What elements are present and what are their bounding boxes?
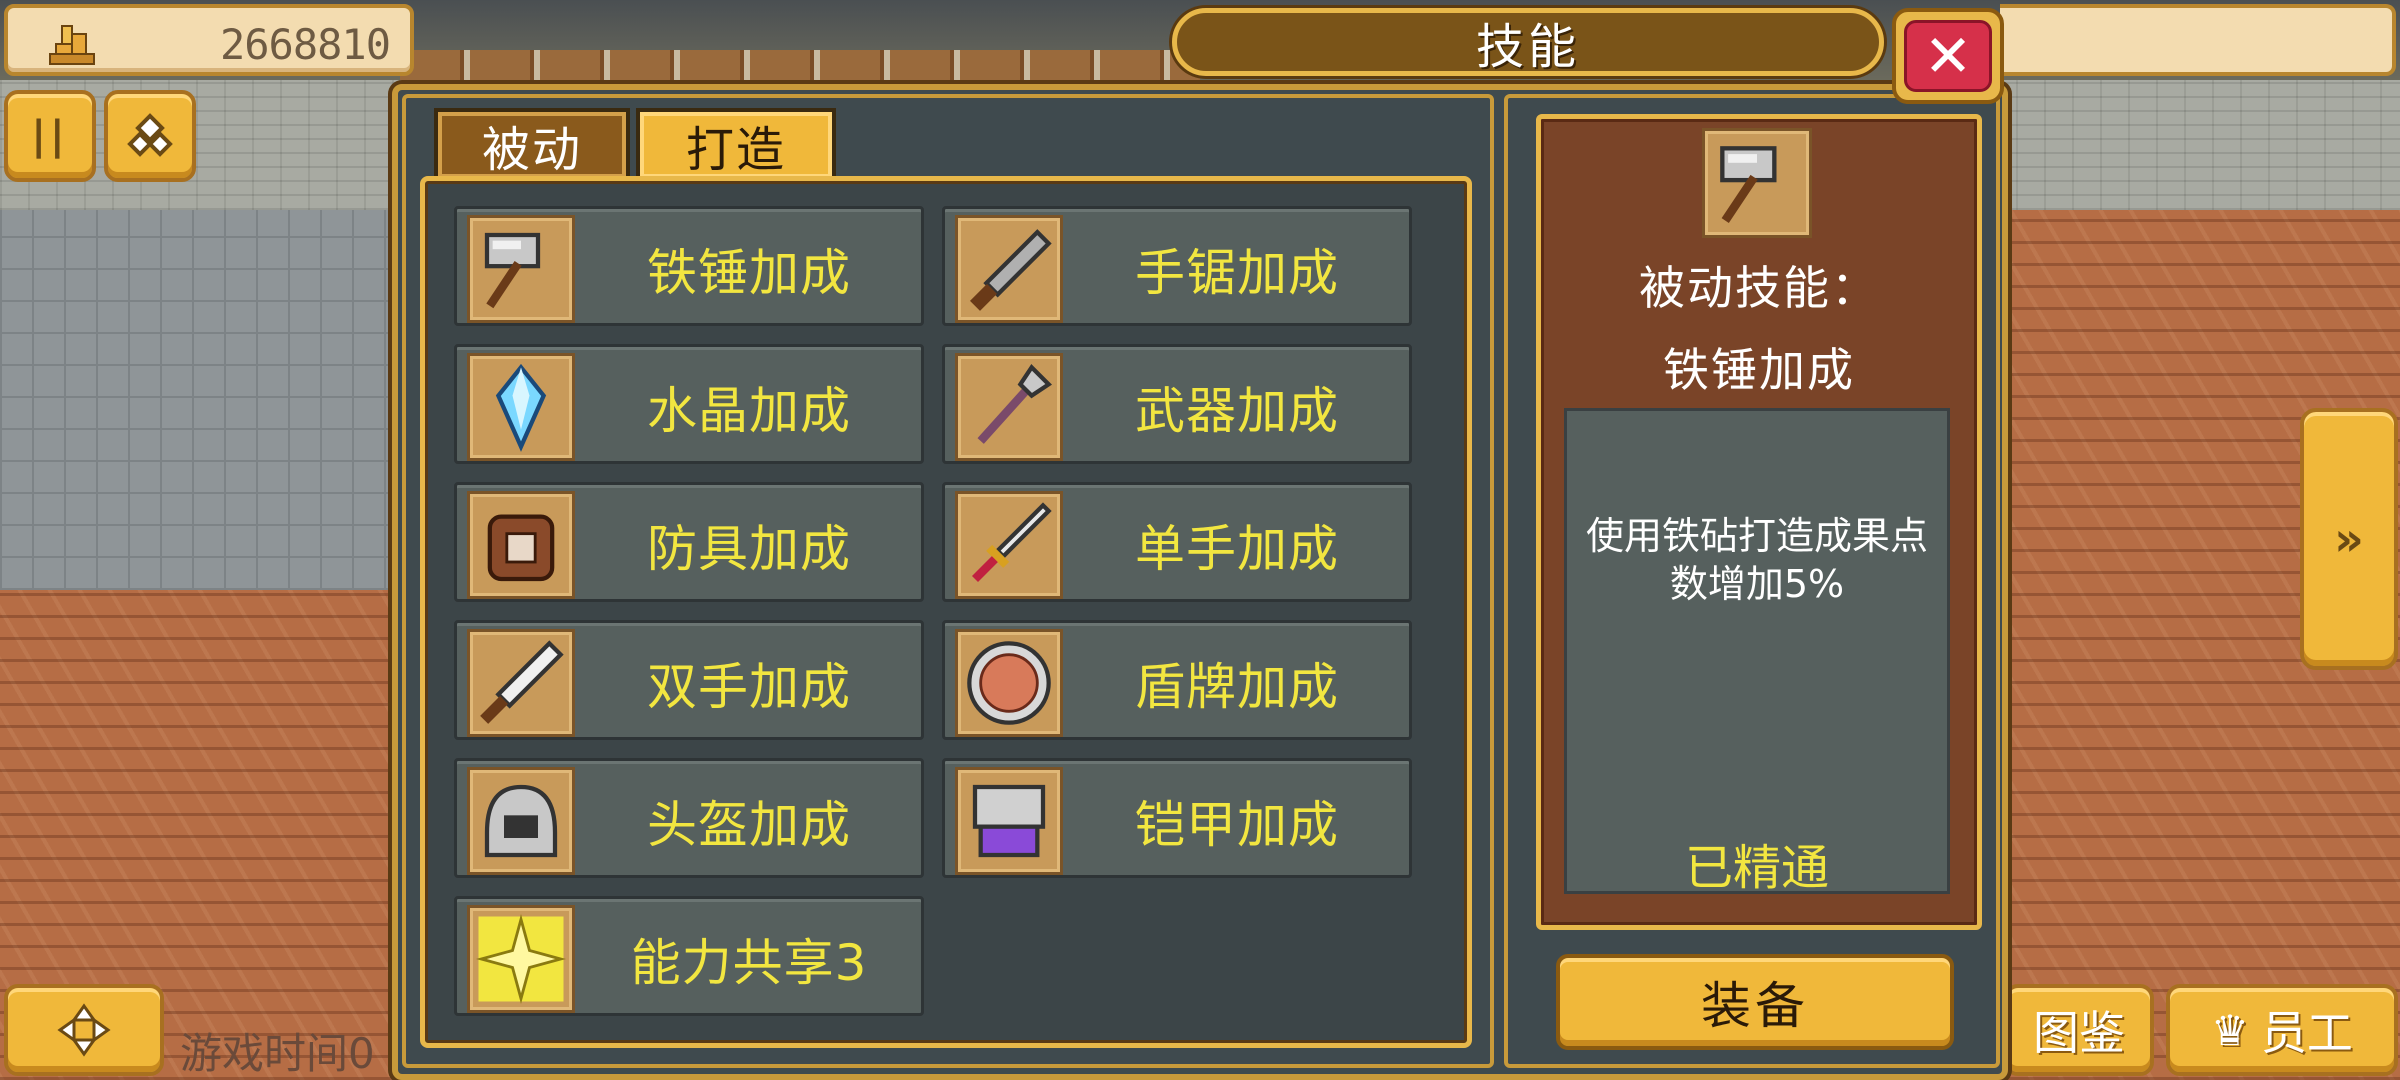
- handsaw-icon: [955, 215, 1063, 323]
- crown-icon: ♛: [2211, 1005, 2249, 1055]
- helmet-icon: [467, 767, 575, 875]
- staff-label: 员工: [2260, 1006, 2353, 1060]
- skill-card[interactable]: 铠甲加成: [942, 758, 1412, 878]
- coin-stack-icon: [49, 25, 95, 65]
- pause-icon: ||: [31, 113, 69, 159]
- tab-forge-label: 打造: [685, 122, 786, 178]
- armor-bag-icon: [467, 491, 575, 599]
- dagger-icon: [955, 491, 1063, 599]
- skill-card[interactable]: 铁锤加成: [454, 206, 924, 326]
- game-time-label: 游戏时间0: [180, 1029, 375, 1078]
- background-shelf: [400, 50, 1200, 80]
- skill-label: 头盔加成: [647, 796, 851, 854]
- chestplate-icon: [955, 767, 1063, 875]
- skill-label: 水晶加成: [647, 382, 851, 440]
- greatsword-icon: [467, 629, 575, 737]
- fast-forward-icon: »: [2334, 512, 2364, 566]
- hammer-icon: [467, 215, 575, 323]
- tab-passive-label: 被动: [481, 122, 582, 178]
- skill-name: 铁锤加成: [1663, 343, 1855, 397]
- crystal-icon: [467, 353, 575, 461]
- equip-button[interactable]: 装备: [1556, 954, 1954, 1050]
- skill-card[interactable]: 手锯加成: [942, 206, 1412, 326]
- background-tile-floor: [0, 210, 400, 590]
- skill-label: 双手加成: [647, 658, 851, 716]
- money-display: 2668810: [4, 4, 414, 76]
- skill-label: 单手加成: [1135, 520, 1339, 578]
- skill-card[interactable]: 能力共享3: [454, 896, 924, 1016]
- close-button[interactable]: ✕: [1892, 8, 2004, 104]
- sunburst-icon: [467, 905, 575, 1013]
- tab-forge[interactable]: 打造: [636, 108, 836, 178]
- skill-label: 手锯加成: [1135, 244, 1339, 302]
- skill-status: 已精通: [1684, 840, 1829, 896]
- skill-label: 铠甲加成: [1135, 796, 1339, 854]
- spear-icon: [955, 353, 1063, 461]
- skill-card[interactable]: 武器加成: [942, 344, 1412, 464]
- modal-title-bar: 技能: [1172, 8, 1884, 76]
- skill-card[interactable]: 盾牌加成: [942, 620, 1412, 740]
- skill-card[interactable]: 单手加成: [942, 482, 1412, 602]
- move-button[interactable]: [4, 984, 164, 1076]
- top-bar-right: [2000, 4, 2396, 76]
- skill-card[interactable]: 双手加成: [454, 620, 924, 740]
- close-icon: ✕: [1904, 20, 1992, 92]
- skill-card[interactable]: 头盔加成: [454, 758, 924, 878]
- fast-forward-button[interactable]: »: [2300, 408, 2398, 670]
- modal-title: 技能: [1475, 19, 1580, 75]
- money-value: 2668810: [219, 20, 391, 69]
- skill-label: 盾牌加成: [1135, 658, 1339, 716]
- skill-label: 武器加成: [1135, 382, 1339, 440]
- move-cross-icon: [57, 1003, 111, 1057]
- skill-label: 防具加成: [647, 520, 851, 578]
- skill-description: 使用铁砧打造成果点数增加5%: [1585, 514, 1928, 606]
- equip-label: 装备: [1701, 977, 1809, 1035]
- shield-icon: [955, 629, 1063, 737]
- pause-button[interactable]: ||: [4, 90, 96, 182]
- codex-button[interactable]: 图鉴: [2004, 984, 2154, 1076]
- hammer-icon: [1702, 128, 1812, 238]
- skill-label: 能力共享3: [630, 934, 868, 992]
- codex-label: 图鉴: [2033, 1006, 2125, 1060]
- staff-button[interactable]: ♛ 员工: [2166, 984, 2398, 1076]
- skill-description-box: [1564, 408, 1950, 894]
- skill-card[interactable]: 防具加成: [454, 482, 924, 602]
- skill-card[interactable]: 水晶加成: [454, 344, 924, 464]
- tab-passive[interactable]: 被动: [434, 108, 630, 178]
- skill-label: 铁锤加成: [647, 244, 851, 302]
- skill-type-label: 被动技能：: [1639, 261, 1879, 315]
- gems-button[interactable]: [104, 90, 196, 182]
- gems-icon: [127, 113, 173, 157]
